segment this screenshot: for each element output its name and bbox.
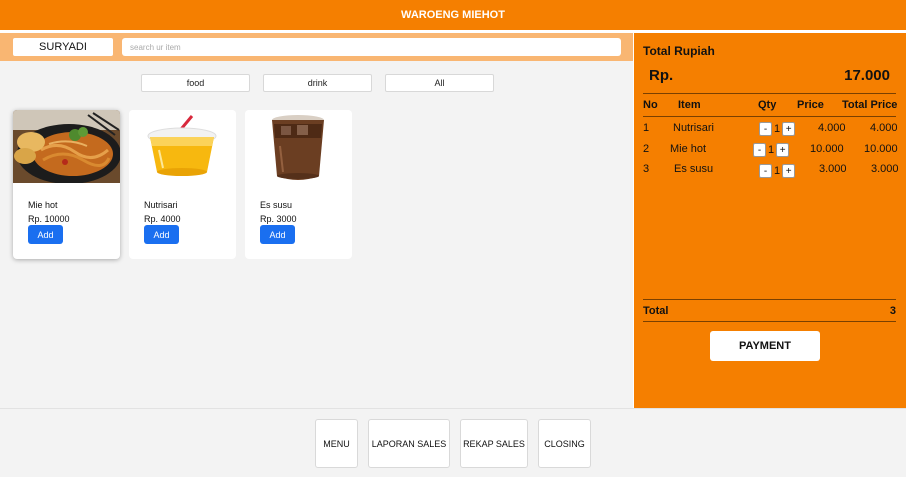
nutrisari-image [129, 110, 236, 183]
cart-row-price: 3.000 [819, 163, 847, 175]
qty-minus-button[interactable]: - [753, 143, 766, 157]
payment-button[interactable]: PAYMENT [710, 331, 820, 361]
cart-panel: Total Rupiah Rp. 17.000 No Item Qty Pric… [634, 33, 906, 408]
search-bar: SURYADI [0, 33, 633, 61]
mie-hot-image [13, 110, 120, 183]
app-title: WAROENG MIEHOT [401, 9, 505, 21]
divider [643, 299, 896, 300]
qty-plus-button[interactable]: + [782, 122, 796, 136]
cart-row-price: 4.000 [818, 122, 846, 134]
filter-food-button[interactable]: food [141, 74, 250, 92]
cart-row-item: Mie hot [670, 143, 707, 155]
product-name: Nutrisari [144, 200, 178, 210]
col-header-total: Total Price [842, 99, 898, 111]
qty-stepper: - 1 + [759, 164, 796, 178]
es-susu-image [245, 110, 352, 183]
currency-label: Rp. [649, 67, 674, 84]
app-header: WAROENG MIEHOT [0, 0, 906, 30]
col-header-no: No [643, 99, 658, 111]
qty-value: 1 [768, 144, 775, 156]
product-card-es-susu[interactable]: Es susu Rp. 3000 Add [245, 110, 352, 259]
cart-row-total: 4.000 [870, 122, 898, 134]
product-price: Rp. 4000 [144, 214, 181, 224]
cart-row-total: 10.000 [864, 143, 898, 155]
add-mie-hot-button[interactable]: Add [28, 225, 63, 244]
add-es-susu-button[interactable]: Add [260, 225, 295, 244]
nav-rekap-sales-button[interactable]: REKAP SALES [460, 419, 528, 468]
cart-row-no: 3 [643, 163, 650, 175]
nav-menu-button[interactable]: MENU [315, 419, 358, 468]
filter-all-button[interactable]: All [385, 74, 494, 92]
product-card-nutrisari[interactable]: Nutrisari Rp. 4000 Add [129, 110, 236, 259]
bottom-nav: MENU LAPORAN SALES REKAP SALES CLOSING [0, 408, 906, 477]
col-header-price: Price [797, 99, 824, 111]
cart-row-item: Nutrisari [673, 122, 714, 134]
product-price: Rp. 3000 [260, 214, 297, 224]
product-card-mie-hot[interactable]: Mie hot Rp. 10000 Add [13, 110, 120, 259]
nav-closing-button[interactable]: CLOSING [538, 419, 591, 468]
divider [643, 116, 896, 117]
total-count: 3 [889, 305, 896, 317]
product-name: Mie hot [28, 200, 58, 210]
cart-row-no: 2 [643, 143, 650, 155]
user-name: SURYADI [13, 38, 113, 56]
add-nutrisari-button[interactable]: Add [144, 225, 179, 244]
qty-plus-button[interactable]: + [782, 164, 796, 178]
divider [643, 93, 896, 94]
qty-minus-button[interactable]: - [759, 164, 772, 178]
product-name: Es susu [260, 200, 293, 210]
qty-stepper: - 1 + [759, 122, 796, 136]
qty-plus-button[interactable]: + [776, 143, 790, 157]
total-amount: 17.000 [844, 67, 890, 84]
col-header-item: Item [678, 99, 701, 111]
qty-value: 1 [774, 165, 781, 177]
cart-row-price: 10.000 [810, 143, 844, 155]
cart-row-total: 3.000 [871, 163, 899, 175]
search-input[interactable] [122, 38, 621, 56]
cart-row-item: Es susu [674, 163, 714, 175]
cart-row-no: 1 [643, 122, 650, 134]
qty-stepper: - 1 + [753, 143, 790, 157]
menu-panel: SURYADI food drink All M [0, 33, 633, 408]
total-label: Total [643, 305, 669, 317]
qty-value: 1 [774, 123, 781, 135]
divider [643, 321, 896, 322]
nav-laporan-sales-button[interactable]: LAPORAN SALES [368, 419, 450, 468]
filter-drink-button[interactable]: drink [263, 74, 372, 92]
col-header-qty: Qty [758, 99, 777, 111]
cart-title: Total Rupiah [643, 44, 715, 58]
qty-minus-button[interactable]: - [759, 122, 772, 136]
product-price: Rp. 10000 [28, 214, 70, 224]
